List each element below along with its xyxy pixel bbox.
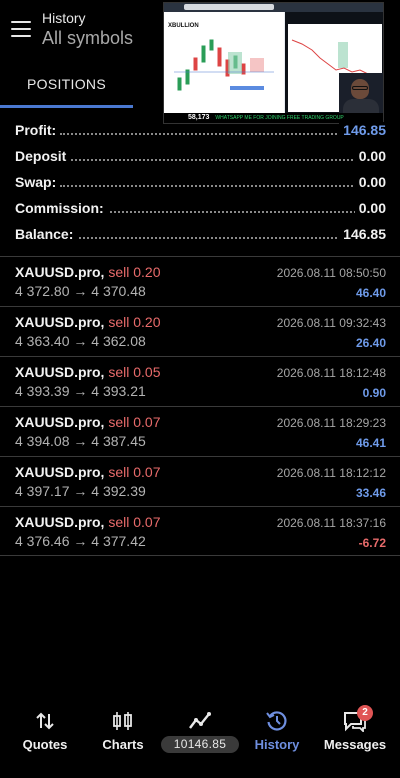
trade-icon — [189, 712, 211, 729]
video-overlay: XBULLION 58,173 WHATSAPP ME FOR JOINING … — [163, 2, 384, 124]
deal-row[interactable]: XAUUSD.pro, sell 0.07 4 397.17 → 4 392.3… — [0, 456, 400, 506]
summary-row-swap: Swap: 0.00 — [15, 174, 386, 190]
presenter-image — [339, 73, 383, 113]
deal-symbol: XAUUSD.pro, — [15, 314, 105, 330]
symbol-filter[interactable]: All symbols — [42, 28, 133, 49]
tab-indicator — [0, 105, 133, 108]
deal-prices: 4 376.46 → 4 377.42 — [15, 533, 146, 549]
deal-time: 2026.08.11 18:37:16 — [276, 516, 386, 530]
nav-quotes-label: Quotes — [22, 737, 68, 752]
deal-profit: 46.41 — [355, 436, 386, 450]
deal-time: 2026.08.11 18:12:48 — [276, 366, 386, 380]
commission-value: 0.00 — [354, 200, 386, 216]
chart-window-left: XBULLION — [164, 12, 284, 115]
summary-row-deposit: Deposit 0.00 — [15, 148, 386, 164]
deal-symbol: XAUUSD.pro, — [15, 264, 105, 280]
nav-messages[interactable]: Messages — [320, 700, 390, 760]
nav-quotes[interactable]: Quotes — [10, 700, 80, 760]
deal-row[interactable]: XAUUSD.pro, sell 0.20 4 363.40 → 4 362.0… — [0, 306, 400, 356]
balance-pill[interactable]: 10146.85 — [161, 736, 239, 753]
deal-profit: 46.40 — [355, 286, 386, 300]
deal-prices: 4 363.40 → 4 362.08 — [15, 333, 146, 349]
deal-side: sell 0.07 — [108, 464, 161, 480]
messages-badge: 2 — [357, 705, 373, 721]
nav-charts-label: Charts — [102, 737, 144, 752]
deal-time: 2026.08.11 18:12:12 — [276, 466, 386, 480]
deal-symbol: XAUUSD.pro, — [15, 414, 105, 430]
balance-value: 146.85 — [339, 226, 386, 242]
summary-row-profit: Profit: 146.85 — [15, 122, 386, 138]
deal-row[interactable]: XAUUSD.pro, sell 0.05 4 393.39 → 4 393.2… — [0, 356, 400, 406]
summary-row-balance: Balance: 146.85 — [15, 226, 386, 242]
swap-value: 0.00 — [354, 174, 386, 190]
deal-prices: 4 394.08 → 4 387.45 — [15, 433, 146, 449]
nav-history[interactable]: History — [242, 700, 312, 760]
deal-symbol: XAUUSD.pro, — [15, 514, 105, 530]
deal-profit: 33.46 — [355, 486, 386, 500]
browser-bar — [164, 3, 383, 12]
history-icon — [266, 711, 287, 731]
nav-charts[interactable]: Charts — [88, 700, 158, 760]
nav-messages-label: Messages — [323, 737, 387, 752]
deal-side: sell 0.20 — [108, 264, 161, 280]
deal-time: 2026.08.11 08:50:50 — [276, 266, 386, 280]
deal-prices: 4 393.39 → 4 393.21 — [15, 383, 146, 399]
deal-time: 2026.08.11 09:32:43 — [276, 316, 386, 330]
deal-prices: 4 372.80 → 4 370.48 — [15, 283, 146, 299]
profit-value: 146.85 — [339, 122, 386, 138]
deal-row[interactable]: XAUUSD.pro, sell 0.20 4 372.80 → 4 370.4… — [0, 256, 400, 306]
charts-icon — [113, 712, 132, 730]
page-title: History — [42, 10, 86, 26]
deal-prices: 4 397.17 → 4 392.39 — [15, 483, 146, 499]
deal-symbol: XAUUSD.pro, — [15, 364, 105, 380]
quotes-icon — [36, 712, 54, 730]
deal-side: sell 0.20 — [108, 314, 161, 330]
deal-profit: 26.40 — [355, 336, 386, 350]
tab-positions-label: POSITIONS — [27, 76, 106, 92]
deal-side: sell 0.07 — [108, 514, 161, 530]
summary-row-commission: Commission: 0.00 — [15, 200, 386, 216]
deal-row[interactable]: XAUUSD.pro, sell 0.07 4 394.08 → 4 387.4… — [0, 406, 400, 456]
divider — [0, 555, 400, 556]
nav-history-label: History — [254, 737, 300, 752]
deal-profit: 0.90 — [362, 386, 386, 400]
deal-time: 2026.08.11 18:29:23 — [276, 416, 386, 430]
deal-row[interactable]: XAUUSD.pro, sell 0.07 4 376.46 → 4 377.4… — [0, 506, 400, 556]
tab-positions[interactable]: POSITIONS — [0, 68, 133, 108]
deal-profit: -6.72 — [358, 536, 386, 550]
candlestick-chart — [174, 39, 274, 91]
menu-icon[interactable] — [11, 21, 31, 37]
deal-side: sell 0.07 — [108, 414, 161, 430]
deal-side: sell 0.05 — [108, 364, 161, 380]
deposit-value: 0.00 — [354, 148, 386, 164]
deal-symbol: XAUUSD.pro, — [15, 464, 105, 480]
